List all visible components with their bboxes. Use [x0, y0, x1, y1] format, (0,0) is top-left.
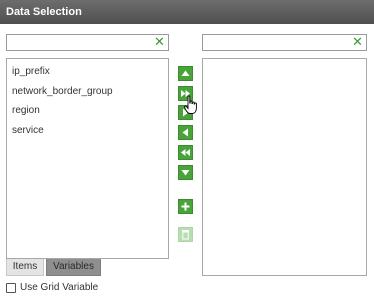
list-item-service[interactable]: service [12, 125, 44, 136]
tab-variables-label: Variables [53, 261, 94, 272]
tab-items[interactable]: Items [6, 259, 44, 276]
tab-items-label: Items [12, 261, 38, 272]
delete-button[interactable] [178, 227, 193, 242]
selected-items-list[interactable] [202, 58, 367, 276]
right-filter-box: ✕ [202, 34, 367, 51]
move-up-button[interactable] [178, 66, 193, 81]
use-grid-variable-checkbox[interactable] [6, 283, 16, 293]
add-selected-button[interactable] [178, 105, 193, 120]
right-clear-icon[interactable]: ✕ [352, 36, 363, 49]
left-clear-icon[interactable]: ✕ [154, 36, 165, 49]
triangle-up-icon [181, 70, 190, 76]
add-all-button[interactable] [178, 86, 193, 101]
triangle-right-icon [183, 108, 189, 117]
left-filter-box: ✕ [6, 34, 169, 51]
triangle-down-icon [181, 170, 190, 176]
tab-variables[interactable]: Variables [46, 259, 101, 276]
list-item-network-border-group[interactable]: network_border_group [12, 86, 113, 97]
panel-title: Data Selection [6, 6, 82, 18]
move-down-button[interactable] [178, 165, 193, 180]
left-filter-input[interactable] [9, 36, 150, 49]
add-button[interactable] [178, 199, 193, 214]
right-filter-input[interactable] [205, 36, 348, 49]
use-grid-variable-label: Use Grid Variable [20, 282, 99, 293]
remove-all-button[interactable] [178, 145, 193, 160]
list-item-ip-prefix[interactable]: ip_prefix [12, 66, 50, 77]
available-items-list[interactable]: ip_prefix network_border_group region se… [6, 58, 169, 259]
panel-header: Data Selection [0, 0, 374, 24]
double-chevron-left-icon [181, 149, 190, 156]
remove-selected-button[interactable] [178, 125, 193, 140]
plus-icon [181, 202, 190, 211]
trash-icon [182, 230, 189, 240]
triangle-left-icon [182, 128, 188, 137]
double-chevron-right-icon [181, 90, 190, 97]
list-item-region[interactable]: region [12, 105, 40, 116]
